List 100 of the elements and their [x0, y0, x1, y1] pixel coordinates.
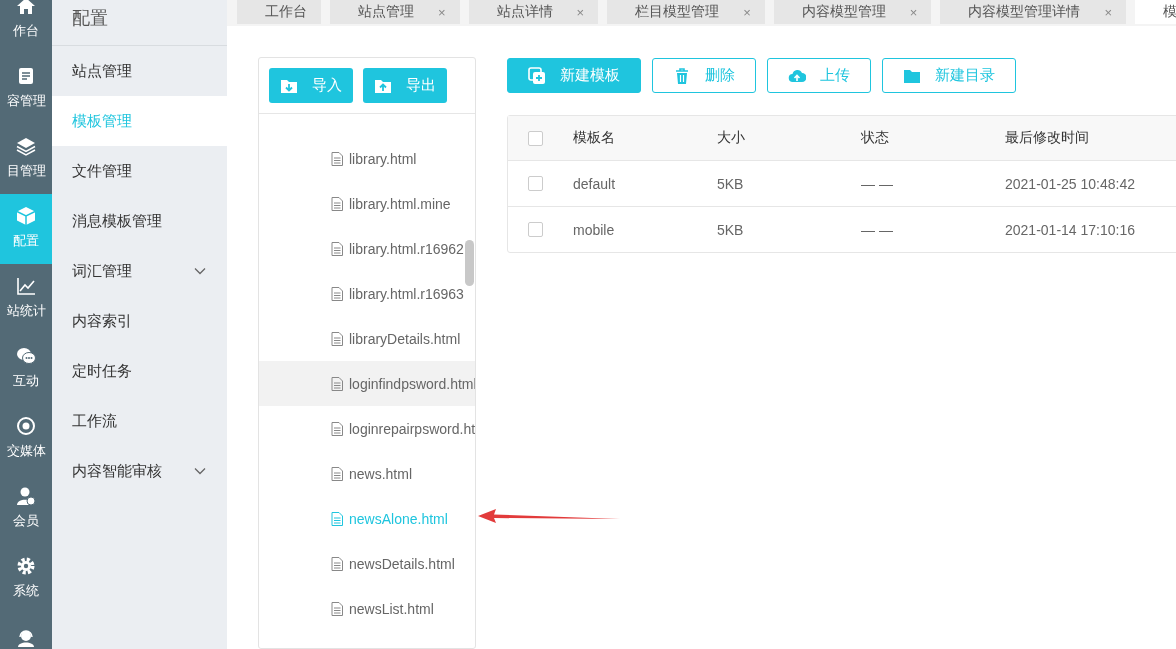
tab[interactable]: 内容模型管理 ×: [773, 0, 932, 24]
nav-rail-item[interactable]: 容管理: [0, 54, 52, 124]
table-cell-text: 5KB: [717, 175, 745, 192]
nav-rail-label: 容管理: [6, 92, 46, 110]
tab-label: 站点详情: [496, 3, 553, 21]
layers-icon: [16, 136, 36, 156]
tab[interactable]: 工作台: [237, 0, 321, 24]
add-copy-icon: [528, 66, 546, 85]
nav-rail-item[interactable]: 会员: [0, 474, 52, 544]
nav-rail-label: 互动: [13, 372, 39, 390]
file-list-item[interactable]: library.html.r16962: [259, 226, 475, 271]
document-icon: [16, 66, 36, 86]
table-cell-text: 2021-01-25 10:48:42: [1005, 175, 1136, 192]
file-icon: [331, 151, 343, 166]
sidebar-item-label: 工作流: [72, 411, 117, 431]
file-list-item[interactable]: loginfindpsword.html: [259, 361, 475, 406]
headset-user-icon: [16, 628, 36, 648]
sidebar-item[interactable]: 工作流: [52, 396, 227, 446]
nav-rail-item[interactable]: 互动: [0, 334, 52, 404]
nav-rail-label: 站统计: [6, 302, 46, 320]
file-list-item[interactable]: loginrepairpsword.ht: [259, 406, 475, 451]
scrollbar-thumb[interactable]: [465, 240, 474, 286]
sidebar-item-label: 模板管理: [72, 111, 132, 131]
close-icon[interactable]: ×: [438, 4, 446, 20]
tab-label: 内容模型管理详情: [968, 3, 1081, 21]
tab[interactable]: 内容模型管理详情 ×: [940, 0, 1126, 24]
table-cell-text: default: [573, 175, 617, 192]
chat-icon: [16, 346, 36, 366]
sidebar-item-label: 定时任务: [72, 361, 132, 381]
table-cell-text: 2021-01-14 17:10:16: [1005, 221, 1136, 238]
nav-rail-item[interactable]: 作台: [0, 0, 52, 54]
tab-label: 模: [1162, 3, 1176, 21]
tab-label: 内容模型管理: [801, 3, 886, 21]
row-checkbox[interactable]: [528, 222, 543, 237]
nav-rail-item[interactable]: 系统: [0, 544, 52, 614]
nav-rail-label: 系统: [13, 582, 39, 600]
file-list-item[interactable]: library.html.mine: [259, 181, 475, 226]
file-icon: [331, 466, 343, 481]
sidebar-item[interactable]: 内容索引: [52, 296, 227, 346]
sidebar-item-label: 内容索引: [72, 311, 132, 331]
file-icon: [331, 421, 343, 436]
file-icon: [331, 376, 343, 391]
sidebar-item-label: 内容智能审核: [72, 461, 162, 481]
file-icon: [331, 556, 343, 571]
sidebar-item-label: 词汇管理: [72, 261, 132, 281]
table-cell-text: — —: [861, 175, 894, 192]
file-icon: [331, 286, 343, 301]
nav-rail-label: 目管理: [6, 162, 46, 180]
sidebar-item[interactable]: 词汇管理: [52, 246, 227, 296]
close-icon[interactable]: ×: [576, 4, 585, 20]
sidebar-item-label: 文件管理: [72, 161, 132, 181]
file-list-item[interactable]: library.html: [259, 136, 475, 181]
line-chart-icon: [16, 276, 36, 296]
close-icon[interactable]: ×: [909, 4, 918, 20]
file-list-item[interactable]: library.html.r16963: [259, 271, 475, 316]
tab[interactable]: 模: [1134, 0, 1176, 24]
file-icon: [331, 196, 343, 211]
nav-rail-label: 会员: [13, 512, 39, 530]
nav-rail-label: 配置: [13, 232, 39, 250]
sidebar-item-label: 消息模板管理: [72, 211, 162, 231]
file-list-item[interactable]: libraryDetails.html: [259, 316, 475, 361]
nav-rail-label: 作台: [13, 22, 39, 40]
sidebar-item[interactable]: 定时任务: [52, 346, 227, 396]
select-all-checkbox[interactable]: [528, 130, 543, 146]
column-header: 状态: [861, 129, 890, 147]
home-icon: [16, 0, 36, 16]
cube-icon: [16, 206, 36, 226]
file-icon: [331, 241, 343, 256]
file-icon: [331, 601, 343, 616]
nav-rail-item[interactable]: 目管理: [0, 124, 52, 194]
close-icon[interactable]: ×: [1104, 4, 1112, 20]
row-checkbox[interactable]: [528, 176, 543, 191]
sidebar-item[interactable]: 站点管理: [52, 46, 227, 96]
user-badge-icon: [16, 486, 36, 506]
nav-rail-label: 交媒体: [6, 442, 46, 460]
tab-label: 工作台: [265, 3, 307, 21]
tab-label: 站点管理: [358, 3, 414, 21]
table-cell-text: 5KB: [717, 221, 745, 238]
file-icon: [331, 511, 343, 526]
sidebar-item[interactable]: 消息模板管理: [52, 196, 227, 246]
file-list-item[interactable]: newsDetails.html: [259, 541, 475, 586]
gear-icon: [16, 556, 36, 576]
file-icon: [331, 331, 343, 346]
nav-rail-item[interactable]: 交媒体: [0, 404, 52, 474]
sidebar-item[interactable]: 内容智能审核: [52, 446, 227, 496]
sidebar-item-label: 站点管理: [72, 61, 132, 81]
file-list-item[interactable]: newsList.html: [259, 586, 475, 631]
sidebar-item[interactable]: 文件管理: [52, 146, 227, 196]
tab-label: 栏目模型管理: [635, 3, 720, 21]
column-header: 大小: [717, 129, 746, 147]
tab[interactable]: 栏目模型管理 ×: [607, 0, 765, 24]
column-header: 模板名: [573, 129, 616, 147]
tab[interactable]: 站点详情 ×: [468, 0, 599, 24]
nav-rail-item[interactable]: 站统计: [0, 264, 52, 334]
close-icon[interactable]: ×: [743, 4, 751, 20]
tab[interactable]: 站点管理 ×: [330, 0, 460, 24]
orbit-icon: [16, 416, 36, 436]
file-list-item[interactable]: news.html: [259, 451, 475, 496]
table-cell-text: — —: [861, 221, 894, 238]
trash-icon: [673, 66, 691, 85]
